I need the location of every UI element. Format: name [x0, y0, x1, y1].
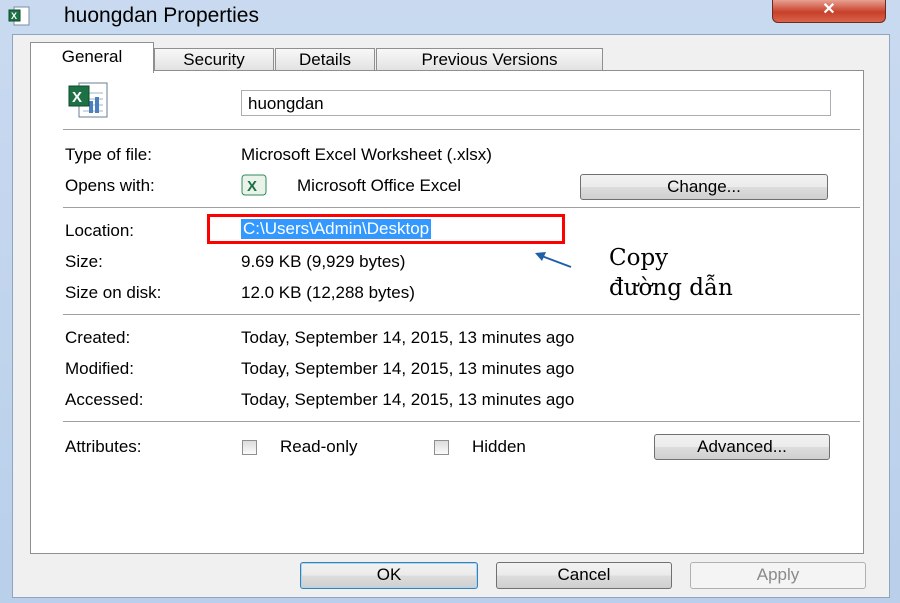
type-label: Type of file: [65, 145, 152, 164]
general-panel: X huongdan Type of file: Microsoft Excel… [30, 70, 864, 554]
annotation-line1: Copy [609, 245, 669, 271]
size-value: 9.69 KB (9,929 bytes) [241, 252, 406, 271]
svg-text:X: X [247, 178, 257, 195]
excel-worksheet-icon: X [67, 81, 109, 124]
svg-text:X: X [72, 89, 82, 106]
window-title: huongdan Properties [64, 4, 259, 27]
opens-with-label: Opens with: [65, 176, 155, 195]
title-bar[interactable]: X huongdan Properties ✕ [0, 0, 900, 34]
readonly-label[interactable]: Read-only [280, 437, 358, 457]
excel-file-icon: X [8, 6, 30, 26]
separator [63, 314, 860, 316]
size-on-disk-value: 12.0 KB (12,288 bytes) [241, 283, 415, 302]
tab-details[interactable]: Details [275, 48, 375, 71]
accessed-value: Today, September 14, 2015, 13 minutes ag… [241, 390, 575, 409]
accessed-label: Accessed: [65, 390, 144, 409]
type-value: Microsoft Excel Worksheet (.xlsx) [241, 145, 492, 164]
cancel-button[interactable]: Cancel [496, 562, 672, 589]
tab-previous-versions[interactable]: Previous Versions [376, 48, 603, 71]
created-value: Today, September 14, 2015, 13 minutes ag… [241, 328, 575, 347]
size-label: Size: [65, 252, 103, 271]
tab-general[interactable]: General [30, 42, 154, 73]
highlight-box [207, 214, 565, 244]
separator [63, 207, 860, 209]
hidden-label[interactable]: Hidden [472, 437, 526, 457]
readonly-checkbox[interactable] [242, 440, 257, 455]
location-label: Location: [65, 221, 134, 240]
svg-text:X: X [11, 11, 17, 21]
apply-button[interactable]: Apply [690, 562, 866, 589]
created-label: Created: [65, 328, 131, 347]
excel-app-icon: X [241, 174, 267, 201]
close-icon: ✕ [822, 1, 836, 18]
opens-with-value: Microsoft Office Excel [297, 176, 462, 195]
tab-security[interactable]: Security [154, 48, 274, 71]
modified-value: Today, September 14, 2015, 13 minutes ag… [241, 359, 575, 378]
annotation-line2: đường dẫn [609, 275, 733, 301]
advanced-button[interactable]: Advanced... [654, 434, 830, 460]
modified-label: Modified: [65, 359, 134, 378]
annotation-text: Copy đường dẫn [609, 243, 733, 303]
file-name-input[interactable]: huongdan [241, 90, 831, 116]
attributes-label: Attributes: [65, 437, 142, 456]
change-button[interactable]: Change... [580, 174, 828, 200]
size-on-disk-label: Size on disk: [65, 283, 162, 302]
close-button[interactable]: ✕ [772, 0, 886, 23]
hidden-checkbox[interactable] [434, 440, 449, 455]
separator [63, 421, 860, 423]
ok-button[interactable]: OK [300, 562, 478, 589]
arrow-icon [533, 249, 573, 276]
separator [63, 129, 860, 131]
